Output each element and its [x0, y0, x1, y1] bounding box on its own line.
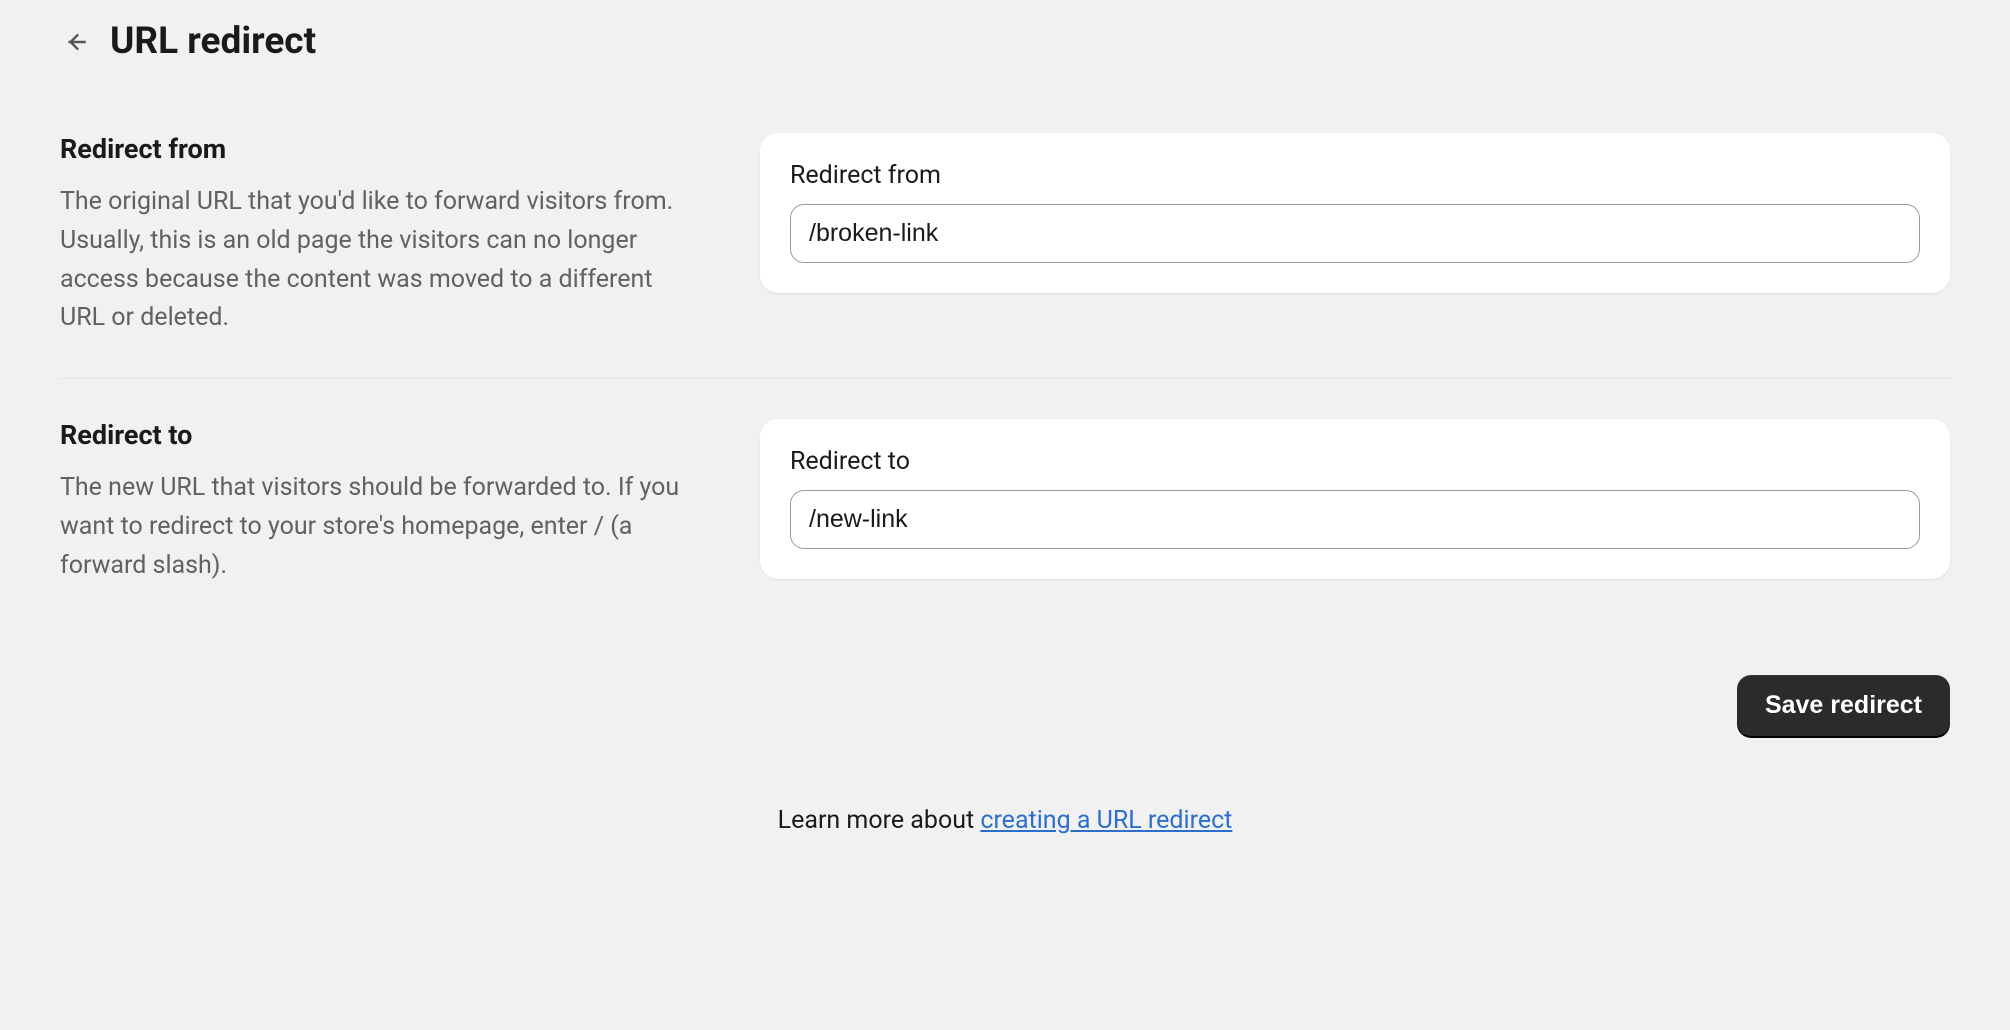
redirect-from-info: Redirect from The original URL that you'…: [60, 133, 700, 338]
redirect-to-card-wrap: Redirect to: [760, 419, 1950, 585]
footer-link[interactable]: creating a URL redirect: [980, 806, 1232, 835]
footer-prefix: Learn more about: [778, 806, 981, 835]
redirect-to-card: Redirect to: [760, 419, 1950, 579]
redirect-to-description: The new URL that visitors should be forw…: [60, 469, 700, 585]
redirect-from-input[interactable]: [790, 204, 1920, 263]
page-title: URL redirect: [110, 20, 316, 63]
footer-note: Learn more about creating a URL redirect: [60, 806, 1950, 835]
redirect-from-input-label: Redirect from: [790, 161, 1920, 190]
redirect-to-input[interactable]: [790, 490, 1920, 549]
redirect-from-card: Redirect from: [760, 133, 1950, 293]
redirect-from-card-wrap: Redirect from: [760, 133, 1950, 338]
save-redirect-button[interactable]: Save redirect: [1737, 675, 1950, 736]
redirect-from-section: Redirect from The original URL that you'…: [60, 133, 1950, 378]
redirect-to-info: Redirect to The new URL that visitors sh…: [60, 419, 700, 585]
actions-row: Save redirect: [60, 675, 1950, 736]
redirect-from-description: The original URL that you'd like to forw…: [60, 183, 700, 338]
redirect-from-heading: Redirect from: [60, 133, 700, 165]
back-arrow-icon[interactable]: [60, 26, 92, 58]
redirect-to-heading: Redirect to: [60, 419, 700, 451]
redirect-to-input-label: Redirect to: [790, 447, 1920, 476]
page-header: URL redirect: [60, 20, 1950, 63]
redirect-to-section: Redirect to The new URL that visitors sh…: [60, 378, 1950, 625]
page-container: URL redirect Redirect from The original …: [0, 0, 2010, 875]
